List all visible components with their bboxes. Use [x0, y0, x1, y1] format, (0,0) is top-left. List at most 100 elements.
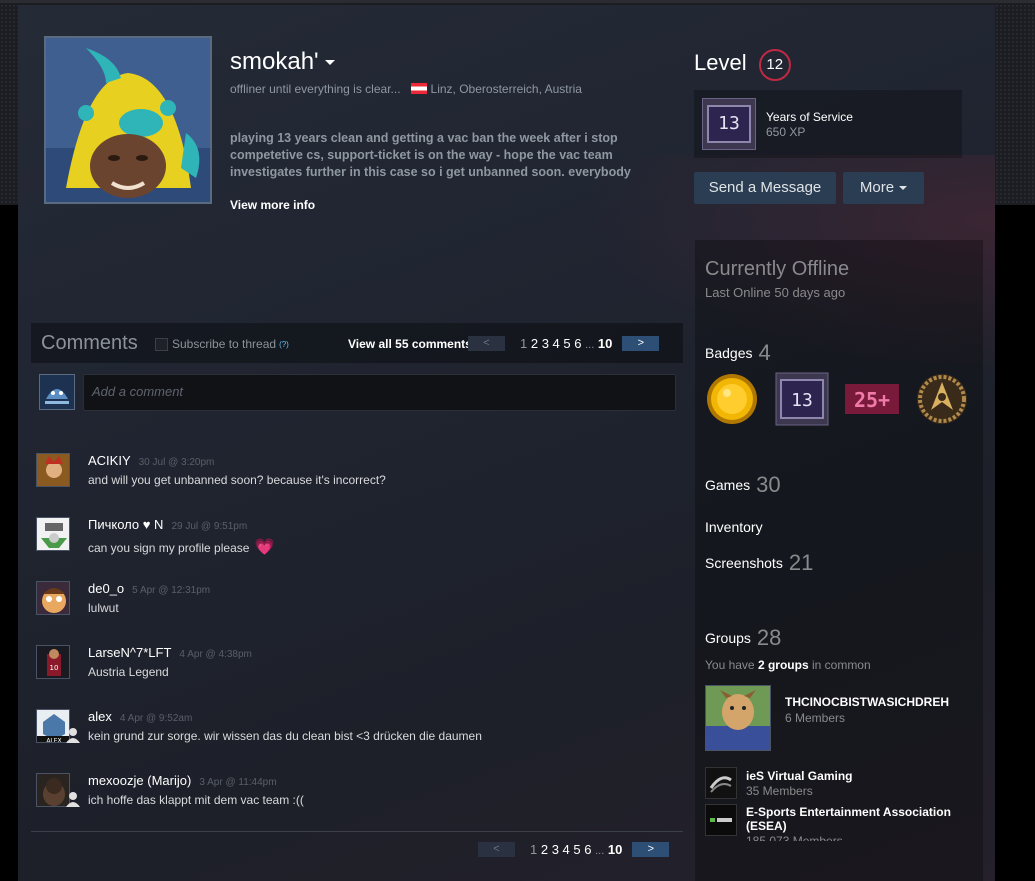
screenshots-count: 21 [788, 550, 814, 575]
badges-link[interactable]: Badges 4 [705, 340, 771, 366]
page-numbers[interactable]: 2 3 4 5 6 [541, 842, 592, 857]
help-link[interactable]: (?) [279, 340, 289, 349]
inventory-link[interactable]: Inventory [705, 519, 763, 535]
comment-author[interactable]: LarseN^7*LFT [88, 645, 171, 660]
svg-text:ALEX: ALEX [46, 738, 61, 744]
group-name-2[interactable]: E-Sports Entertainment Association (ESEA… [746, 805, 971, 833]
comments-divider [31, 831, 683, 832]
games-link[interactable]: Games 30 [705, 472, 781, 498]
groups-common-count[interactable]: 2 groups [758, 658, 809, 672]
send-message-button[interactable]: Send a Message [694, 172, 836, 204]
comment-avatar[interactable] [36, 453, 70, 487]
comment-item: Пичколо ♥ N 29 Jul @ 9:51pm can you sign … [36, 517, 666, 557]
comment-author[interactable]: ACIKIY [88, 453, 131, 468]
comment-avatar[interactable] [36, 581, 70, 615]
comments-pager-top: < 1 2 3 4 5 6 ... 10 > [468, 336, 660, 351]
last-page-link[interactable]: 10 [598, 336, 612, 351]
years-badge-icon[interactable]: 13 [775, 372, 829, 426]
comments-header: Comments Subscribe to thread (?) View all… [31, 323, 683, 363]
prev-page-button[interactable]: < [478, 842, 515, 857]
friend-icon [66, 792, 80, 807]
page: smokah' offliner until everything is cle… [0, 0, 1035, 881]
comment-item: mexoozje (Marijo) 3 Apr @ 11:44pm ich hof… [36, 773, 666, 813]
location: Linz, Oberosterreich, Austria [430, 82, 582, 96]
my-avatar-image [40, 375, 74, 409]
group-name-1[interactable]: ieS Virtual Gaming [746, 769, 852, 783]
comment-item: ACIKIY 30 Jul @ 3:20pm and will you get u… [36, 453, 666, 493]
coin-badge-icon[interactable] [705, 372, 759, 426]
group-avatar-ies[interactable] [705, 767, 737, 799]
page-numbers[interactable]: 2 3 4 5 6 [531, 336, 582, 351]
comment-author[interactable]: alex [88, 709, 112, 724]
badge-icons-row: 13 25+ [703, 372, 973, 428]
group-name-0[interactable]: THCINOCBISTWASICHDREH [785, 695, 949, 709]
view-all-comments-link[interactable]: View all 55 comments [348, 337, 472, 351]
comment-time: 3 Apr @ 11:44pm [199, 777, 277, 788]
comment-author[interactable]: Пичколо ♥ N [88, 517, 163, 532]
25-plus-badge-icon[interactable]: 25+ [843, 372, 901, 426]
screenshots-label: Screenshots [705, 555, 783, 571]
screenshots-link[interactable]: Screenshots 21 [705, 550, 813, 576]
group-members-0: 6 Members [785, 711, 846, 725]
subscribe-thread[interactable]: Subscribe to thread (?) [155, 337, 289, 351]
comment-item: 10 LarseN^7*LFT 4 Apr @ 4:38pm Austria Le… [36, 645, 666, 685]
persona-name[interactable]: smokah' [230, 48, 335, 76]
comment-author-link[interactable]: de0_o 5 Apr @ 12:31pm [88, 581, 210, 596]
profile-subline: offliner until everything is clear... Lin… [230, 82, 582, 96]
comment-author[interactable]: de0_o [88, 581, 124, 596]
group-avatar-thcinoc[interactable] [705, 685, 771, 751]
my-avatar [39, 374, 75, 410]
comment-text: and will you get unbanned soon? because … [88, 473, 386, 487]
comment-avatar[interactable]: 10 [36, 645, 70, 679]
level-label: Level [694, 50, 747, 75]
avatar-image [46, 38, 210, 202]
comment-author-link[interactable]: alex 4 Apr @ 9:52am [88, 709, 192, 724]
comment-time: 30 Jul @ 3:20pm [138, 457, 215, 468]
last-page-link[interactable]: 10 [608, 842, 622, 857]
comment-author-link[interactable]: ACIKIY 30 Jul @ 3:20pm [88, 453, 214, 468]
esea-logo-icon [706, 805, 736, 835]
games-label: Games [705, 477, 751, 493]
comment-avatar[interactable] [36, 517, 70, 551]
page-ellipsis: ... [585, 339, 595, 351]
austria-flag-icon [410, 83, 427, 94]
comment-text: kein grund zur sorge. wir wissen das du … [88, 729, 482, 743]
group-members-2: 185,073 Members [746, 834, 843, 841]
groups-link[interactable]: Groups 28 [705, 625, 781, 651]
next-page-button[interactable]: > [622, 336, 660, 351]
level-display: Level 12 [694, 49, 791, 81]
view-more-info-link[interactable]: View more info [230, 198, 315, 212]
profile-avatar[interactable] [44, 36, 212, 204]
profile-summary: playing 13 years clean and getting a vac… [230, 131, 631, 179]
groups-common-suffix: in common [811, 658, 871, 672]
page-links[interactable]: 1 2 3 4 5 6 ... 10 [520, 336, 612, 351]
comment-avatar[interactable]: ALEX [36, 709, 70, 743]
prev-page-button[interactable]: < [468, 336, 505, 351]
profile-panel: smokah' offliner until everything is cle… [18, 5, 995, 881]
subscribe-checkbox[interactable] [155, 337, 168, 351]
featured-badge-xp: 650 XP [766, 125, 806, 139]
group-members-1: 35 Members [746, 784, 813, 798]
next-page-button[interactable]: > [632, 842, 670, 857]
svg-text:10: 10 [50, 664, 59, 672]
comment-author-link[interactable]: LarseN^7*LFT 4 Apr @ 4:38pm [88, 645, 252, 660]
badges-count: 4 [758, 340, 771, 365]
name-history-caret-icon[interactable] [324, 60, 335, 66]
comment-avatar-image [37, 454, 69, 486]
more-button[interactable]: More [843, 172, 924, 204]
real-name: offliner until everything is clear... [230, 82, 401, 96]
years-of-service-icon: 13 [702, 98, 756, 150]
groups-in-common: You have 2 groups in common [705, 658, 871, 672]
comment-author[interactable]: mexoozje (Marijo) [88, 773, 191, 788]
group-avatar-esea[interactable] [705, 804, 737, 836]
comment-author-link[interactable]: mexoozje (Marijo) 3 Apr @ 11:44pm [88, 773, 277, 788]
comment-author-link[interactable]: Пичколо ♥ N 29 Jul @ 9:51pm [88, 517, 247, 532]
level-badge[interactable]: 12 [758, 49, 791, 81]
csgo-medal-icon[interactable] [915, 372, 969, 426]
featured-badge[interactable]: 13 Years of Service 650 XP [694, 90, 962, 158]
add-comment-input[interactable]: Add a comment [83, 374, 676, 411]
comment-text-body: can you sign my profile please [88, 541, 250, 555]
badges-label: Badges [705, 345, 753, 361]
comment-avatar[interactable] [36, 773, 70, 807]
page-links[interactable]: 1 2 3 4 5 6 ... 10 [530, 842, 622, 857]
